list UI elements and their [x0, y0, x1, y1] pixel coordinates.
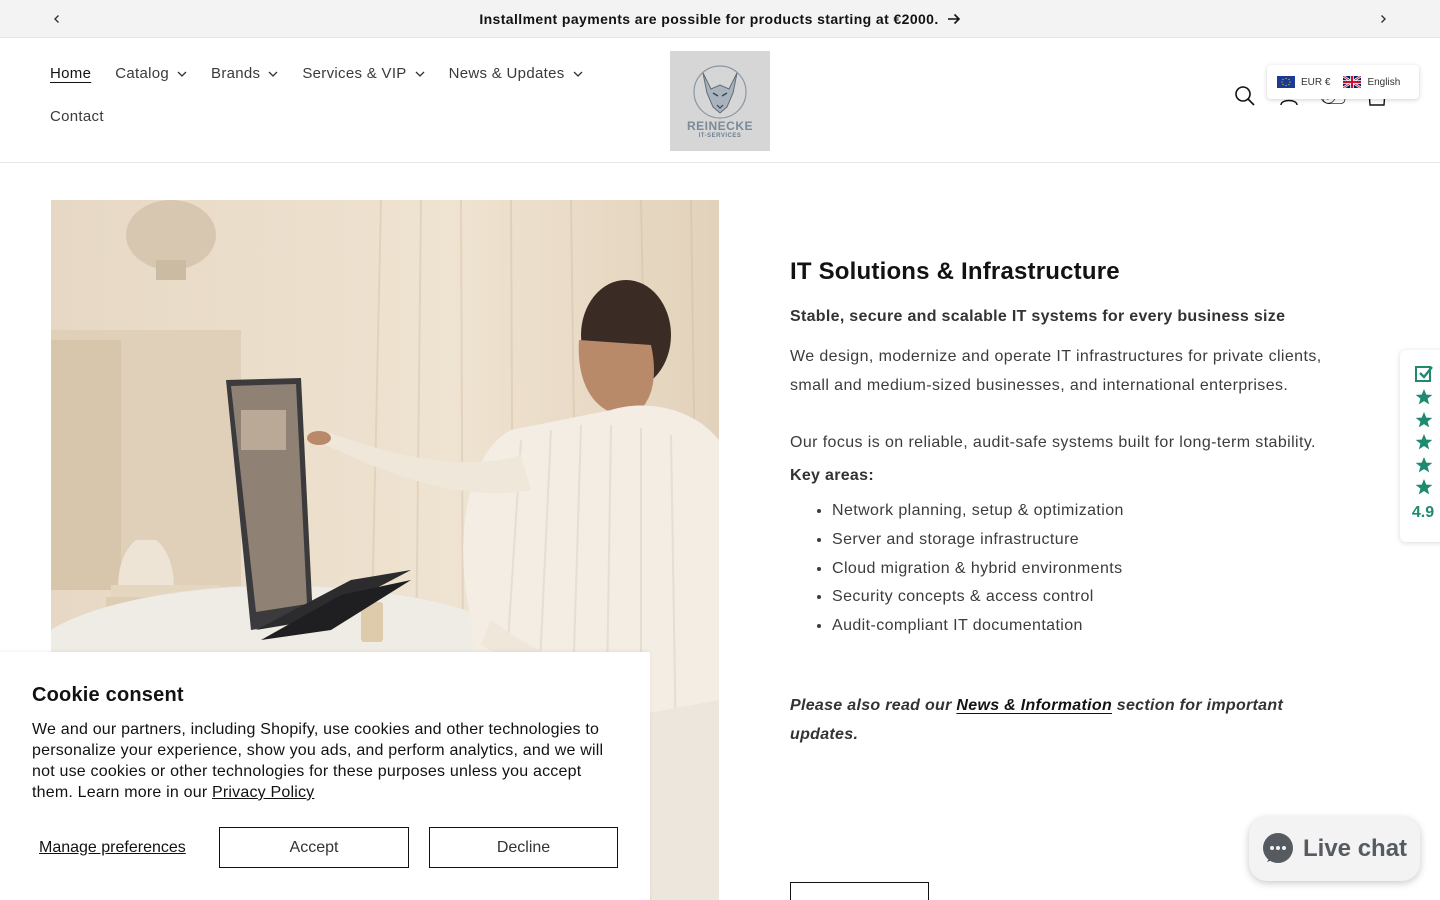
nav-contact-label: Contact [50, 108, 104, 125]
star-icon [1415, 456, 1433, 472]
logo-sub-text: IT-SERVICES [698, 133, 742, 139]
key-areas-heading: Key areas: [790, 467, 874, 484]
accept-button[interactable]: Accept [219, 827, 409, 868]
nav-catalog[interactable]: Catalog [115, 61, 187, 86]
hero-paragraph-2: Our focus is on reliable, audit-safe sys… [790, 434, 1316, 451]
uk-flag-icon [1343, 76, 1362, 88]
nav-contact[interactable]: Contact [50, 104, 104, 129]
nav-catalog-label: Catalog [115, 65, 170, 82]
search-button[interactable] [1232, 83, 1258, 109]
reviews-badge[interactable]: 4.9 [1400, 350, 1440, 542]
currency-label: EUR € [1301, 76, 1331, 88]
hero-paragraph-1: We design, modernize and operate IT infr… [790, 348, 1322, 394]
language-selector[interactable]: English [1343, 76, 1400, 88]
news-note: Please also read our News & Information … [790, 691, 1330, 749]
announcement-next-button[interactable] [1373, 9, 1393, 29]
cookie-text: We and our partners, including Shopify, … [32, 719, 618, 803]
cookie-title: Cookie consent [32, 684, 184, 706]
live-chat-label: Live chat [1303, 835, 1408, 862]
news-information-link[interactable]: News & Information [956, 697, 1112, 714]
star-icon [1415, 411, 1433, 427]
key-area-item: Audit-compliant IT documentation [832, 612, 1330, 641]
announcement-link[interactable]: Installment payments are possible for pr… [479, 11, 960, 27]
chevron-down-icon [573, 71, 582, 77]
language-label: English [1367, 76, 1401, 88]
manage-preferences-link[interactable]: Manage preferences [39, 839, 219, 857]
main-nav: Home Catalog Brands Services & VIP News … [50, 61, 610, 129]
cookie-body: We and our partners, including Shopify, … [32, 721, 604, 801]
nav-home[interactable]: Home [50, 61, 91, 86]
star-icon [1415, 389, 1433, 405]
rating-score: 4.9 [1411, 504, 1435, 521]
key-area-item: Network planning, setup & optimization [832, 497, 1330, 526]
search-icon [1235, 86, 1255, 106]
arrow-right-icon [947, 13, 960, 24]
eu-flag-icon [1277, 76, 1295, 88]
fox-logo-icon [693, 65, 747, 119]
privacy-policy-link[interactable]: Privacy Policy [212, 784, 314, 801]
verified-check-icon [1415, 366, 1433, 382]
nav-services-label: Services & VIP [302, 65, 407, 82]
announcement-prev-button[interactable] [47, 9, 67, 29]
currency-language-switcher: EUR € English [1267, 65, 1419, 99]
hero-lead: Stable, secure and scalable IT systems f… [790, 308, 1286, 325]
news-note-before: Please also read our [790, 696, 957, 714]
announcement-text: Installment payments are possible for pr… [479, 10, 939, 27]
shop-now-button[interactable] [790, 882, 929, 900]
chevron-left-icon [54, 15, 59, 23]
page-title: IT Solutions & Infrastructure [790, 258, 1120, 285]
key-areas-list: Network planning, setup & optimization S… [790, 497, 1330, 641]
nav-brands[interactable]: Brands [211, 61, 278, 86]
nav-news[interactable]: News & Updates [449, 61, 583, 86]
cookie-consent-banner: Cookie consent We and our partners, incl… [0, 652, 650, 900]
site-logo[interactable]: REINECKE IT-SERVICES [670, 51, 770, 151]
key-area-item: Cloud migration & hybrid environments [832, 555, 1330, 584]
chevron-down-icon [268, 71, 278, 77]
star-icon [1415, 434, 1433, 450]
currency-selector[interactable]: EUR € [1277, 76, 1330, 88]
chevron-down-icon [415, 71, 425, 77]
nav-news-label: News & Updates [448, 65, 565, 82]
nav-brands-label: Brands [211, 65, 261, 82]
rating-stars [1415, 388, 1433, 496]
decline-button[interactable]: Decline [429, 827, 618, 868]
star-icon [1415, 479, 1433, 495]
announcement-bar: Installment payments are possible for pr… [0, 0, 1440, 38]
chevron-right-icon [1381, 15, 1386, 23]
cookie-actions: Manage preferences Accept Decline [32, 827, 618, 868]
chevron-down-icon [177, 71, 187, 77]
site-header: Home Catalog Brands Services & VIP News … [0, 39, 1440, 163]
key-area-item: Server and storage infrastructure [832, 526, 1330, 555]
logo-brand-text: REINECKE [686, 119, 753, 133]
chat-bubble-icon [1263, 833, 1293, 863]
live-chat-button[interactable]: Live chat [1249, 817, 1420, 881]
hero-content: IT Solutions & Infrastructure Stable, se… [790, 258, 1330, 749]
nav-services[interactable]: Services & VIP [302, 61, 425, 86]
key-area-item: Security concepts & access control [832, 583, 1330, 612]
nav-home-label: Home [50, 65, 92, 82]
